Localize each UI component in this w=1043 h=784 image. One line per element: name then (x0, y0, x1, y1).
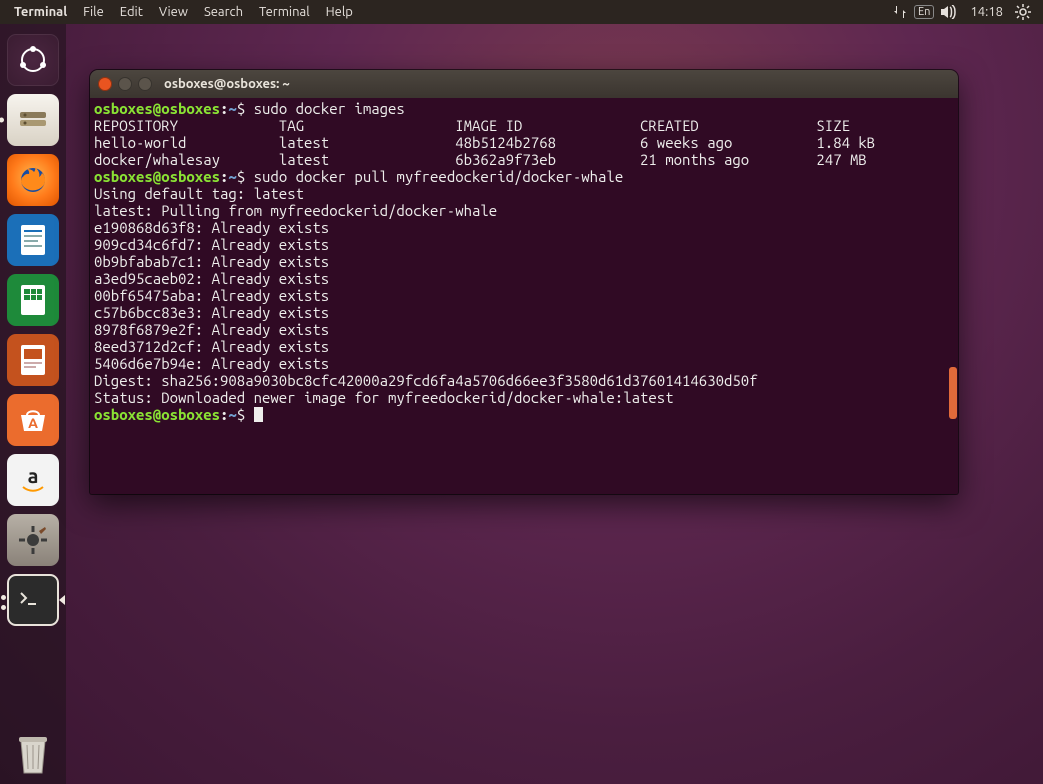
launcher: A a (0, 24, 66, 784)
launcher-calc[interactable] (7, 274, 59, 326)
menu-search[interactable]: Terminal (251, 5, 318, 19)
window-minimize-button[interactable] (118, 77, 132, 91)
menu-view[interactable]: Search (196, 5, 251, 19)
clock[interactable]: 14:18 (964, 5, 1009, 19)
network-icon[interactable] (886, 4, 914, 20)
active-app-name: Terminal (6, 5, 75, 19)
menu-terminal-2[interactable]: Help (318, 5, 361, 19)
window-title: osboxes@osboxes: ~ (164, 77, 290, 91)
sound-icon[interactable] (934, 5, 964, 19)
terminal-cursor (254, 407, 263, 422)
gear-icon[interactable] (1009, 4, 1037, 20)
launcher-settings[interactable] (7, 514, 59, 566)
menu-terminal[interactable]: File (75, 5, 112, 19)
terminal-body[interactable]: osboxes@osboxes:~$ sudo docker imagesREP… (90, 98, 958, 494)
scrollbar-thumb[interactable] (949, 367, 957, 419)
top-panel: Terminal File Edit View Search Terminal … (0, 0, 1043, 24)
launcher-software[interactable]: A (7, 394, 59, 446)
launcher-firefox[interactable] (7, 154, 59, 206)
window-close-button[interactable] (98, 77, 112, 91)
svg-text:a: a (28, 464, 39, 487)
launcher-files[interactable] (7, 94, 59, 146)
launcher-trash[interactable] (7, 728, 59, 780)
launcher-terminal[interactable] (7, 574, 59, 626)
keyboard-lang[interactable]: En (914, 5, 934, 19)
terminal-window: osboxes@osboxes: ~ osboxes@osboxes:~$ su… (90, 70, 958, 494)
menu-file[interactable]: Edit (112, 5, 151, 19)
menu-edit[interactable]: View (151, 5, 196, 19)
launcher-writer[interactable] (7, 214, 59, 266)
window-maximize-button[interactable] (138, 77, 152, 91)
titlebar[interactable]: osboxes@osboxes: ~ (90, 70, 958, 98)
launcher-impress[interactable] (7, 334, 59, 386)
svg-text:A: A (28, 415, 38, 431)
launcher-dash[interactable] (7, 34, 59, 86)
launcher-amazon[interactable]: a (7, 454, 59, 506)
